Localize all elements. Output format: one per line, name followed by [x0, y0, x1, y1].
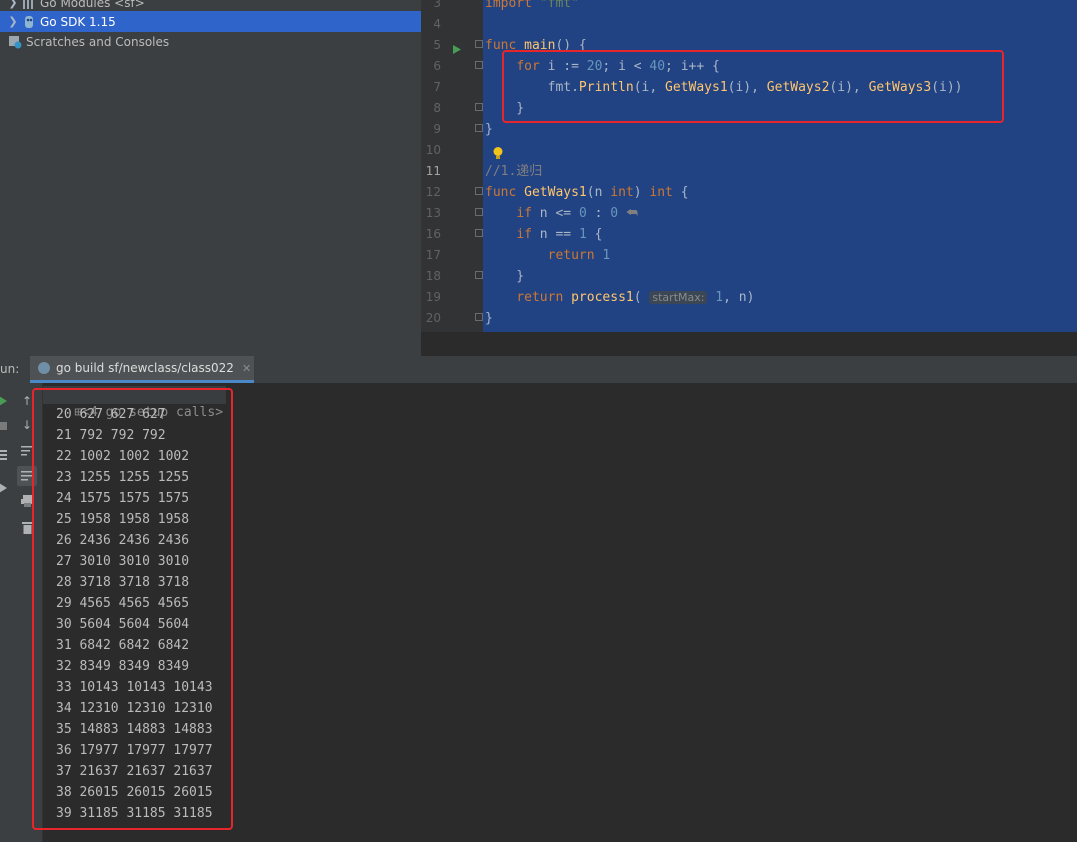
soft-wrap-icon[interactable]	[17, 441, 37, 461]
scroll-up-icon[interactable]: ↑	[17, 391, 37, 411]
line-number-current: 11	[425, 164, 441, 178]
library-icon	[22, 0, 36, 10]
line-number: 16	[425, 227, 441, 241]
output-line: 38 26015 26015 26015	[56, 785, 213, 800]
scroll-down-icon[interactable]: ↓	[17, 415, 37, 435]
line-number: 13	[425, 206, 441, 220]
chevron-right-icon[interactable]: ❯	[6, 15, 20, 28]
output-line: 21 792 792 792	[56, 428, 166, 443]
stop-icon[interactable]	[0, 416, 8, 436]
editor-gutter: 3 4 5 6 7 8 9 10 11 12 13 16 17 18 19 20	[421, 0, 483, 332]
scroll-to-end-icon[interactable]	[17, 466, 37, 486]
code-line-20: }	[485, 311, 493, 326]
restore-layout-icon[interactable]	[0, 445, 8, 465]
code-editor[interactable]: 3 4 5 6 7 8 9 10 11 12 13 16 17 18 19 20…	[421, 0, 1077, 332]
tree-item-go-sdk[interactable]: ❯ Go SDK 1.15	[0, 11, 421, 32]
fold-marker-icon[interactable]	[475, 187, 483, 195]
tree-item-label: Go Modules <sf>	[40, 0, 145, 10]
chevron-right-icon[interactable]: ❯	[6, 0, 20, 9]
output-line: 37 21637 21637 21637	[56, 764, 213, 779]
fold-marker-icon[interactable]	[475, 313, 483, 321]
close-icon[interactable]: ✕	[242, 362, 251, 375]
output-line: 29 4565 4565 4565	[56, 596, 190, 611]
line-number: 18	[425, 269, 441, 283]
fold-marker-icon[interactable]	[475, 271, 483, 279]
run-label: un:	[0, 362, 20, 376]
output-line: 25 1958 1958 1958	[56, 512, 190, 527]
line-number: 7	[433, 80, 441, 94]
run-tool-header: un: go build sf/newclass/class022 ✕	[0, 356, 1077, 384]
code-line-13: if n <= 0 : 0 ⮪	[516, 206, 638, 221]
code-line-11: //1.递归	[485, 164, 543, 179]
output-line: 36 17977 17977 17977	[56, 743, 213, 758]
code-line-18: }	[485, 269, 525, 284]
code-line-5: func main() {	[485, 38, 587, 53]
tree-item-label: Go SDK 1.15	[40, 14, 116, 29]
output-line: 30 5604 5604 5604	[56, 617, 190, 632]
run-gutter-icon[interactable]	[452, 40, 462, 59]
line-number: 5	[433, 38, 441, 52]
tree-item-scratches[interactable]: Scratches and Consoles	[0, 31, 421, 52]
line-number: 4	[433, 17, 441, 31]
output-line: 32 8349 8349 8349	[56, 659, 190, 674]
code-line-8: }	[485, 101, 525, 116]
code-line-16: if n == 1 {	[516, 227, 603, 242]
fold-marker-icon[interactable]	[475, 208, 483, 216]
rerun-icon[interactable]	[0, 391, 8, 411]
output-line: 28 3718 3718 3718	[56, 575, 190, 590]
line-number: 17	[425, 248, 441, 262]
fold-marker-icon[interactable]	[475, 103, 483, 111]
fold-marker-icon[interactable]	[475, 40, 483, 48]
line-number: 10	[425, 143, 441, 157]
code-line-12: func GetWays1(n int) int {	[485, 185, 689, 200]
fold-marker-icon[interactable]	[475, 124, 483, 132]
go-build-icon	[38, 362, 50, 374]
run-tab-label: go build sf/newclass/class022	[56, 361, 234, 375]
go-sdk-icon	[22, 15, 36, 29]
code-line-9: }	[485, 122, 493, 137]
editor-horizontal-scrollbar[interactable]	[421, 332, 1077, 356]
output-line: 39 31185 31185 31185	[56, 806, 213, 821]
line-number: 20	[425, 311, 441, 325]
project-tree-panel: ❯ Go Modules <sf> ❯ Go SDK 1.15 Scratche…	[0, 0, 421, 356]
code-line-3: import "fmt"	[485, 0, 579, 11]
output-line: 22 1002 1002 1002	[56, 449, 190, 464]
parameter-hint: startMax:	[649, 291, 708, 304]
run-toolbar: ↑ ↓	[0, 383, 43, 842]
tree-item-label: Scratches and Consoles	[26, 34, 170, 49]
print-icon[interactable]	[17, 491, 37, 511]
line-number: 9	[433, 122, 441, 136]
line-number: 19	[425, 290, 441, 304]
setup-calls-fold[interactable]: ⊞<4 go setup calls>	[43, 386, 227, 420]
code-line-17: return 1	[547, 248, 611, 263]
output-line: 27 3010 3010 3010	[56, 554, 190, 569]
output-line: 26 2436 2436 2436	[56, 533, 190, 548]
line-number: 6	[433, 59, 441, 73]
output-line: 35 14883 14883 14883	[56, 722, 213, 737]
code-line-6: for i := 20; i < 40; i++ {	[516, 59, 720, 74]
output-line: 33 10143 10143 10143	[56, 680, 213, 695]
fold-marker-icon[interactable]	[475, 229, 483, 237]
scratches-icon	[8, 35, 22, 49]
code-line-19: return process1( startMax: 1, n)	[516, 290, 755, 305]
output-line: 23 1255 1255 1255	[56, 470, 190, 485]
line-number: 12	[425, 185, 441, 199]
output-line: 24 1575 1575 1575	[56, 491, 190, 506]
line-number: 3	[433, 0, 441, 10]
output-line: 20 627 627 627	[56, 407, 166, 422]
run-console-output[interactable]: ⊞<4 go setup calls> 20 627 627 627 21 79…	[43, 383, 1077, 842]
fold-marker-icon[interactable]	[475, 61, 483, 69]
output-line: 31 6842 6842 6842	[56, 638, 190, 653]
trash-icon[interactable]	[17, 517, 37, 537]
line-number: 8	[433, 101, 441, 115]
code-line-7: fmt.Println(i, GetWays1(i), GetWays2(i),…	[485, 80, 963, 95]
pin-icon[interactable]	[0, 478, 8, 498]
run-tab[interactable]: go build sf/newclass/class022 ✕	[30, 356, 254, 383]
output-line: 34 12310 12310 12310	[56, 701, 213, 716]
